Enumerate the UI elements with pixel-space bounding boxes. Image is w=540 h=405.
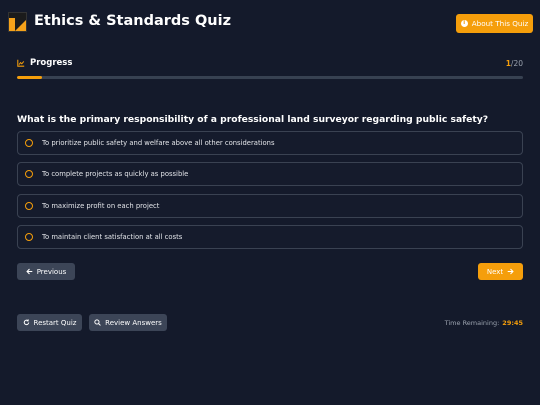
progress-counter: 1/20 [506, 59, 523, 68]
about-quiz-button[interactable]: i About This Quiz [456, 14, 533, 33]
answer-option[interactable]: To maximize profit on each project [17, 193, 523, 218]
restart-quiz-label: Restart Quiz [33, 318, 77, 327]
restart-quiz-button[interactable]: Restart Quiz [17, 314, 82, 331]
previous-label: Previous [36, 267, 67, 276]
next-button[interactable]: Next [478, 263, 523, 280]
arrow-right-icon [507, 268, 514, 275]
progress-label: Progress [30, 58, 73, 68]
info-icon: i [460, 20, 468, 27]
progress-total: /20 [510, 59, 523, 68]
timer-label: Time Remaining: [444, 319, 500, 327]
search-icon [94, 319, 101, 326]
answer-option[interactable]: To prioritize public safety and welfare … [17, 131, 523, 155]
question-text: What is the primary responsibility of a … [17, 114, 489, 125]
time-remaining: Time Remaining: 29:45 [445, 319, 523, 327]
previous-button[interactable]: Previous [17, 263, 75, 280]
app-logo [8, 12, 27, 32]
review-answers-label: Review Answers [105, 318, 162, 327]
page-title: Ethics & Standards Quiz [34, 13, 232, 29]
progress-bar-fill [17, 76, 43, 79]
answer-option-label: To maintain client satisfaction at all c… [42, 232, 183, 241]
refresh-icon [23, 319, 29, 326]
answer-option-label: To complete projects as quickly as possi… [42, 170, 189, 179]
answer-option-label: To prioritize public safety and welfare … [42, 139, 275, 147]
radio-icon [25, 201, 33, 210]
chart-line-icon [17, 59, 25, 67]
next-label: Next [486, 267, 504, 276]
radio-icon [25, 139, 33, 147]
review-answers-button[interactable]: Review Answers [89, 314, 167, 331]
answer-option[interactable]: To maintain client satisfaction at all c… [17, 224, 523, 249]
arrow-left-icon [26, 268, 33, 275]
answer-option[interactable]: To complete projects as quickly as possi… [17, 162, 523, 187]
progress-header: Progress [17, 58, 72, 68]
app-header: Ethics & Standards Quiz i About This Qui… [0, 0, 540, 47]
progress-bar [17, 76, 523, 79]
about-quiz-label: About This Quiz [471, 19, 529, 28]
answer-option-label: To maximize profit on each project [42, 201, 160, 210]
radio-icon [25, 232, 33, 241]
timer-value: 29:45 [502, 319, 523, 327]
radio-icon [25, 170, 33, 179]
answer-options: To prioritize public safety and welfare … [17, 131, 523, 256]
